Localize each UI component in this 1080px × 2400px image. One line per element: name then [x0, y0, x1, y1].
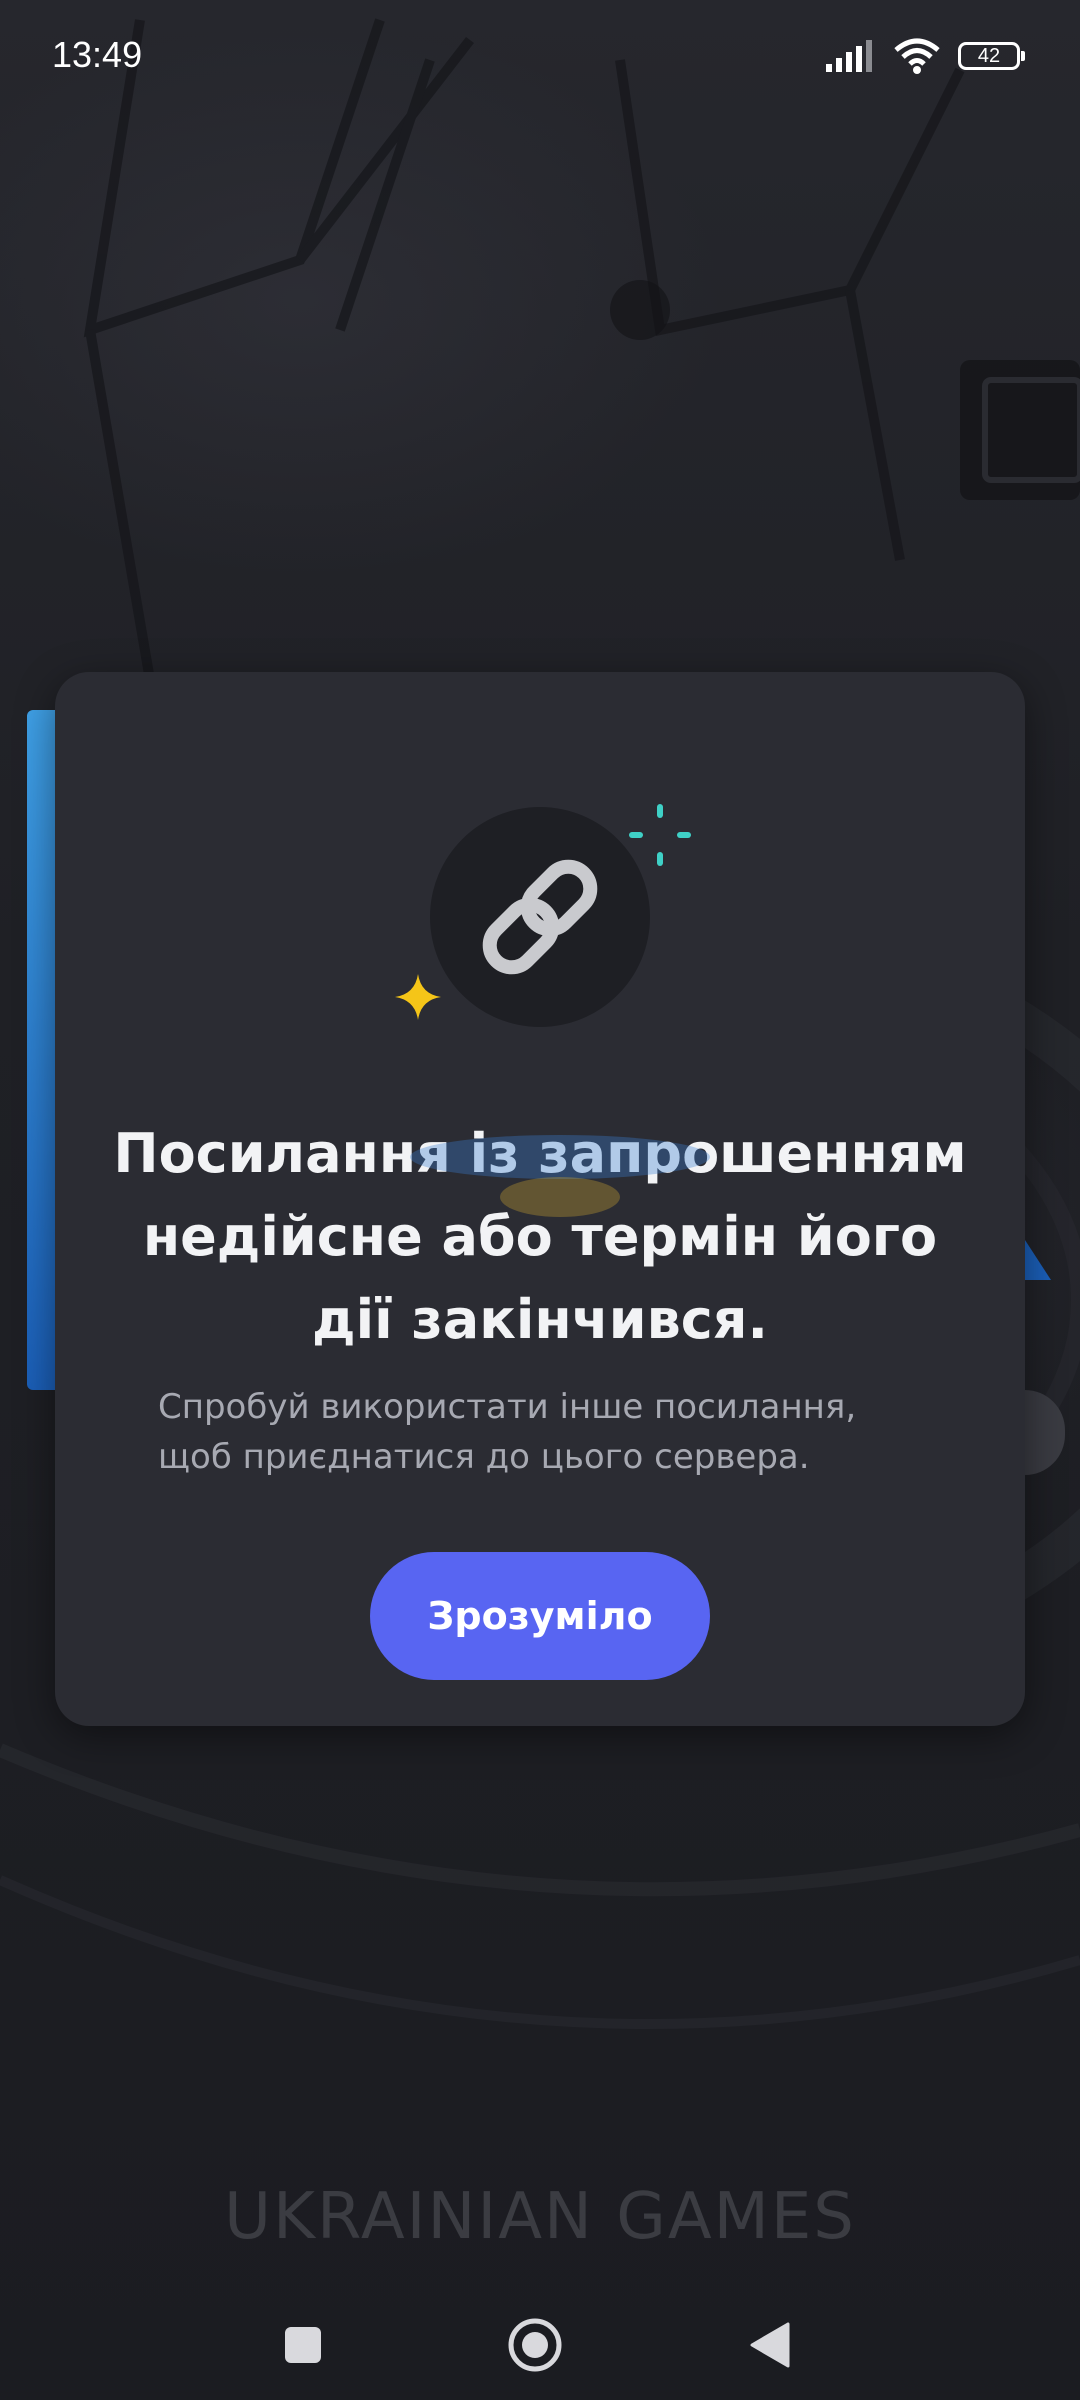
navigation-bar: [0, 2280, 1080, 2400]
got-it-button[interactable]: Зрозуміло: [370, 1552, 710, 1680]
triangle-back-icon: [750, 2322, 790, 2368]
yellow-sparkle-icon: [395, 974, 441, 1020]
back-button[interactable]: [735, 2310, 805, 2380]
recents-button[interactable]: [268, 2310, 338, 2380]
wifi-icon: [894, 38, 940, 74]
status-time: 13:49: [52, 34, 143, 75]
dialog-subtitle: Спробуй використати інше посилання, щоб …: [158, 1387, 857, 1477]
home-button[interactable]: [500, 2310, 570, 2380]
square-icon: [285, 2327, 321, 2363]
status-icons: 42: [826, 38, 1025, 74]
background-watermark: UKRAINIAN GAMES: [224, 2180, 856, 2254]
dialog-title: Посилання із запрошенням недійсне або те…: [113, 1122, 967, 1351]
dialog-hero: [55, 672, 1025, 1092]
status-bar: 13:49 42: [0, 0, 1080, 115]
circle-home-icon: [508, 2318, 562, 2372]
battery-icon: 42: [958, 42, 1025, 70]
invite-invalid-dialog: Посилання із запрошенням недійсне або те…: [55, 672, 1025, 1726]
background-blue-edge: [27, 710, 55, 1390]
signal-icon: [826, 40, 872, 72]
link-icon: [482, 859, 598, 975]
screen: 13:49 42 Посилання із запрошенням недійс…: [0, 0, 1080, 2400]
teal-sparkle-icon: [629, 804, 691, 866]
link-icon-circle: [430, 807, 650, 1027]
